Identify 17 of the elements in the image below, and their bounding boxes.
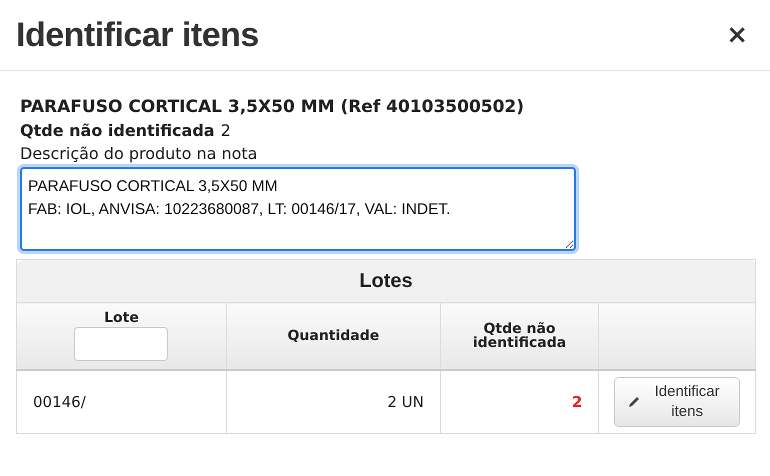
quantity-value: 2	[220, 121, 231, 140]
column-header: Quantidade	[226, 302, 440, 370]
description-label: Descrição do produto na nota	[20, 144, 258, 163]
description-field[interactable]: PARAFUSO CORTICAL 3,5X50 MM FAB: IOL, ANVISA: 10223680087, LT: 00146/17, VAL: INDET.	[20, 167, 576, 251]
table-cell: 00146/	[16, 370, 226, 434]
table-cell: 2	[440, 370, 599, 434]
column-header: Lote	[104, 311, 139, 325]
table-title: Lotes	[16, 260, 756, 302]
column-header: Qtde não identificada	[440, 302, 599, 370]
dialog-title: Identificar itens	[16, 16, 259, 54]
product-name: PARAFUSO CORTICAL 3,5X50 MM (Ref 40103500502)	[20, 97, 526, 117]
identify-button[interactable]: Identificar itens	[614, 377, 740, 427]
table-cell: 2 UN	[226, 370, 440, 434]
pencil-icon	[627, 395, 642, 409]
close-button[interactable]: ×	[722, 20, 752, 50]
quantity-label: Qtde não identificada	[20, 121, 215, 140]
filter-field[interactable]	[74, 327, 168, 361]
